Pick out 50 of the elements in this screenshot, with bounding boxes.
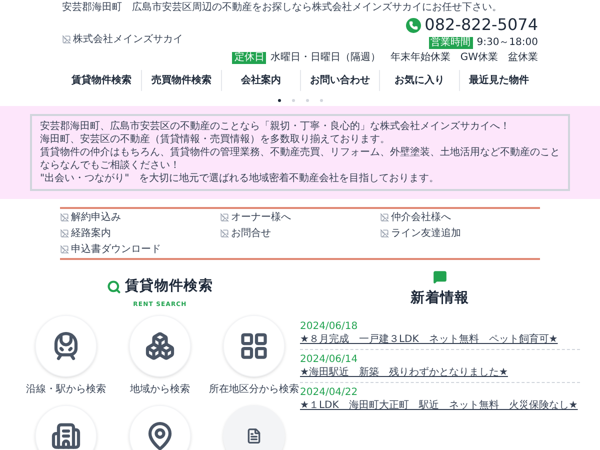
news-date: 2024/04/22 — [300, 386, 359, 399]
hours-text: 9:30～18:00 — [476, 37, 538, 49]
broken-image-icon — [220, 213, 229, 222]
banner-link[interactable]: 解約申込み — [71, 210, 121, 225]
news-link[interactable]: ★海田駅近 新築 残りわずかとなりました★ — [300, 366, 580, 379]
broken-image-icon — [60, 229, 69, 238]
banner-link[interactable]: 仲介会社様へ — [391, 210, 451, 225]
document-icon — [246, 428, 262, 444]
closed-label: 定休日 — [232, 52, 266, 64]
tagline: 安芸郡海田町 広島市安芸区周辺の不動産をお探しなら株式会社メインズサカイにお任せ下さい。 — [62, 2, 503, 14]
grid-icon — [239, 331, 269, 361]
nav-link[interactable]: 最近見た物件 — [458, 70, 538, 91]
news-link[interactable]: ★８月完成 一戸建３LDK ネット無料 ペット飼育可★ — [300, 333, 580, 346]
phone-icon — [406, 18, 421, 32]
nav-link[interactable]: お気に入り — [379, 70, 459, 91]
broken-image-icon — [380, 213, 389, 222]
search-option-label[interactable]: 沿線・駅から検索 — [26, 382, 106, 397]
section-title: 賃貸物件検索 — [124, 276, 214, 296]
banner-link[interactable]: お問合せ — [231, 226, 271, 241]
search-icon — [106, 280, 121, 294]
broken-image-icon — [62, 34, 71, 44]
chat-icon — [433, 270, 447, 284]
banner-link[interactable]: オーナー様へ — [231, 210, 291, 225]
intro-text: 安芸郡海田町、広島市安芸区の不動産のことなら「親切・丁寧・良心的」な株式会社メインズサカイへ！ — [40, 120, 511, 133]
logo-alt-text[interactable]: 株式会社メインズサカイ — [73, 32, 183, 46]
intro-text: 賃貸物件の仲介はもちろん、賃貸物件の管理業務、不動産売買、リフォーム、外壁塗装、土地活用など不動産のことならなんでもご相談ください！ — [40, 146, 560, 172]
intro-text: 海田町、安芸区の不動産（賃貸情報・売買情報）を多数取り揃えております。 — [40, 133, 391, 146]
banner-link[interactable]: ライン友達追加 — [391, 226, 461, 241]
search-option-label[interactable]: 地域から検索 — [130, 382, 190, 397]
phone-number: 082-822-5074 — [424, 16, 538, 34]
nav-link[interactable]: 売買物件検索 — [141, 70, 221, 91]
building-icon — [51, 421, 81, 450]
nav-link[interactable]: お問い合わせ — [300, 70, 380, 91]
news-date: 2024/06/18 — [300, 320, 359, 333]
banner-link[interactable]: 申込書ダウンロード — [71, 242, 161, 257]
broken-image-icon — [380, 229, 389, 238]
broken-image-icon — [60, 213, 69, 222]
news-date: 2024/06/14 — [300, 353, 359, 366]
news-link[interactable]: ★１LDK 海田町大正町 駅近 ネット無料 火災保険なし★ — [300, 399, 580, 412]
banner-link[interactable]: 経路案内 — [71, 226, 111, 241]
closed-days: 水曜日・日曜日（隔週） 年末年始休業 GW休業 盆休業 — [270, 52, 538, 64]
section-title: 新着情報 — [410, 288, 470, 308]
broken-image-icon — [220, 229, 229, 238]
nav-link[interactable]: 会社案内 — [220, 70, 300, 91]
blocks-icon — [145, 331, 175, 361]
search-option-label[interactable]: 所在地区分から検索 — [209, 382, 299, 397]
intro-text: "出会い・つながり" を大切に地元で選ばれる地域密着不動産会社を目指しております。 — [40, 172, 440, 185]
hours-label: 営業時間 — [428, 37, 473, 49]
nav-link[interactable]: 賃貸物件検索 — [62, 70, 142, 91]
broken-image-icon — [60, 245, 69, 254]
